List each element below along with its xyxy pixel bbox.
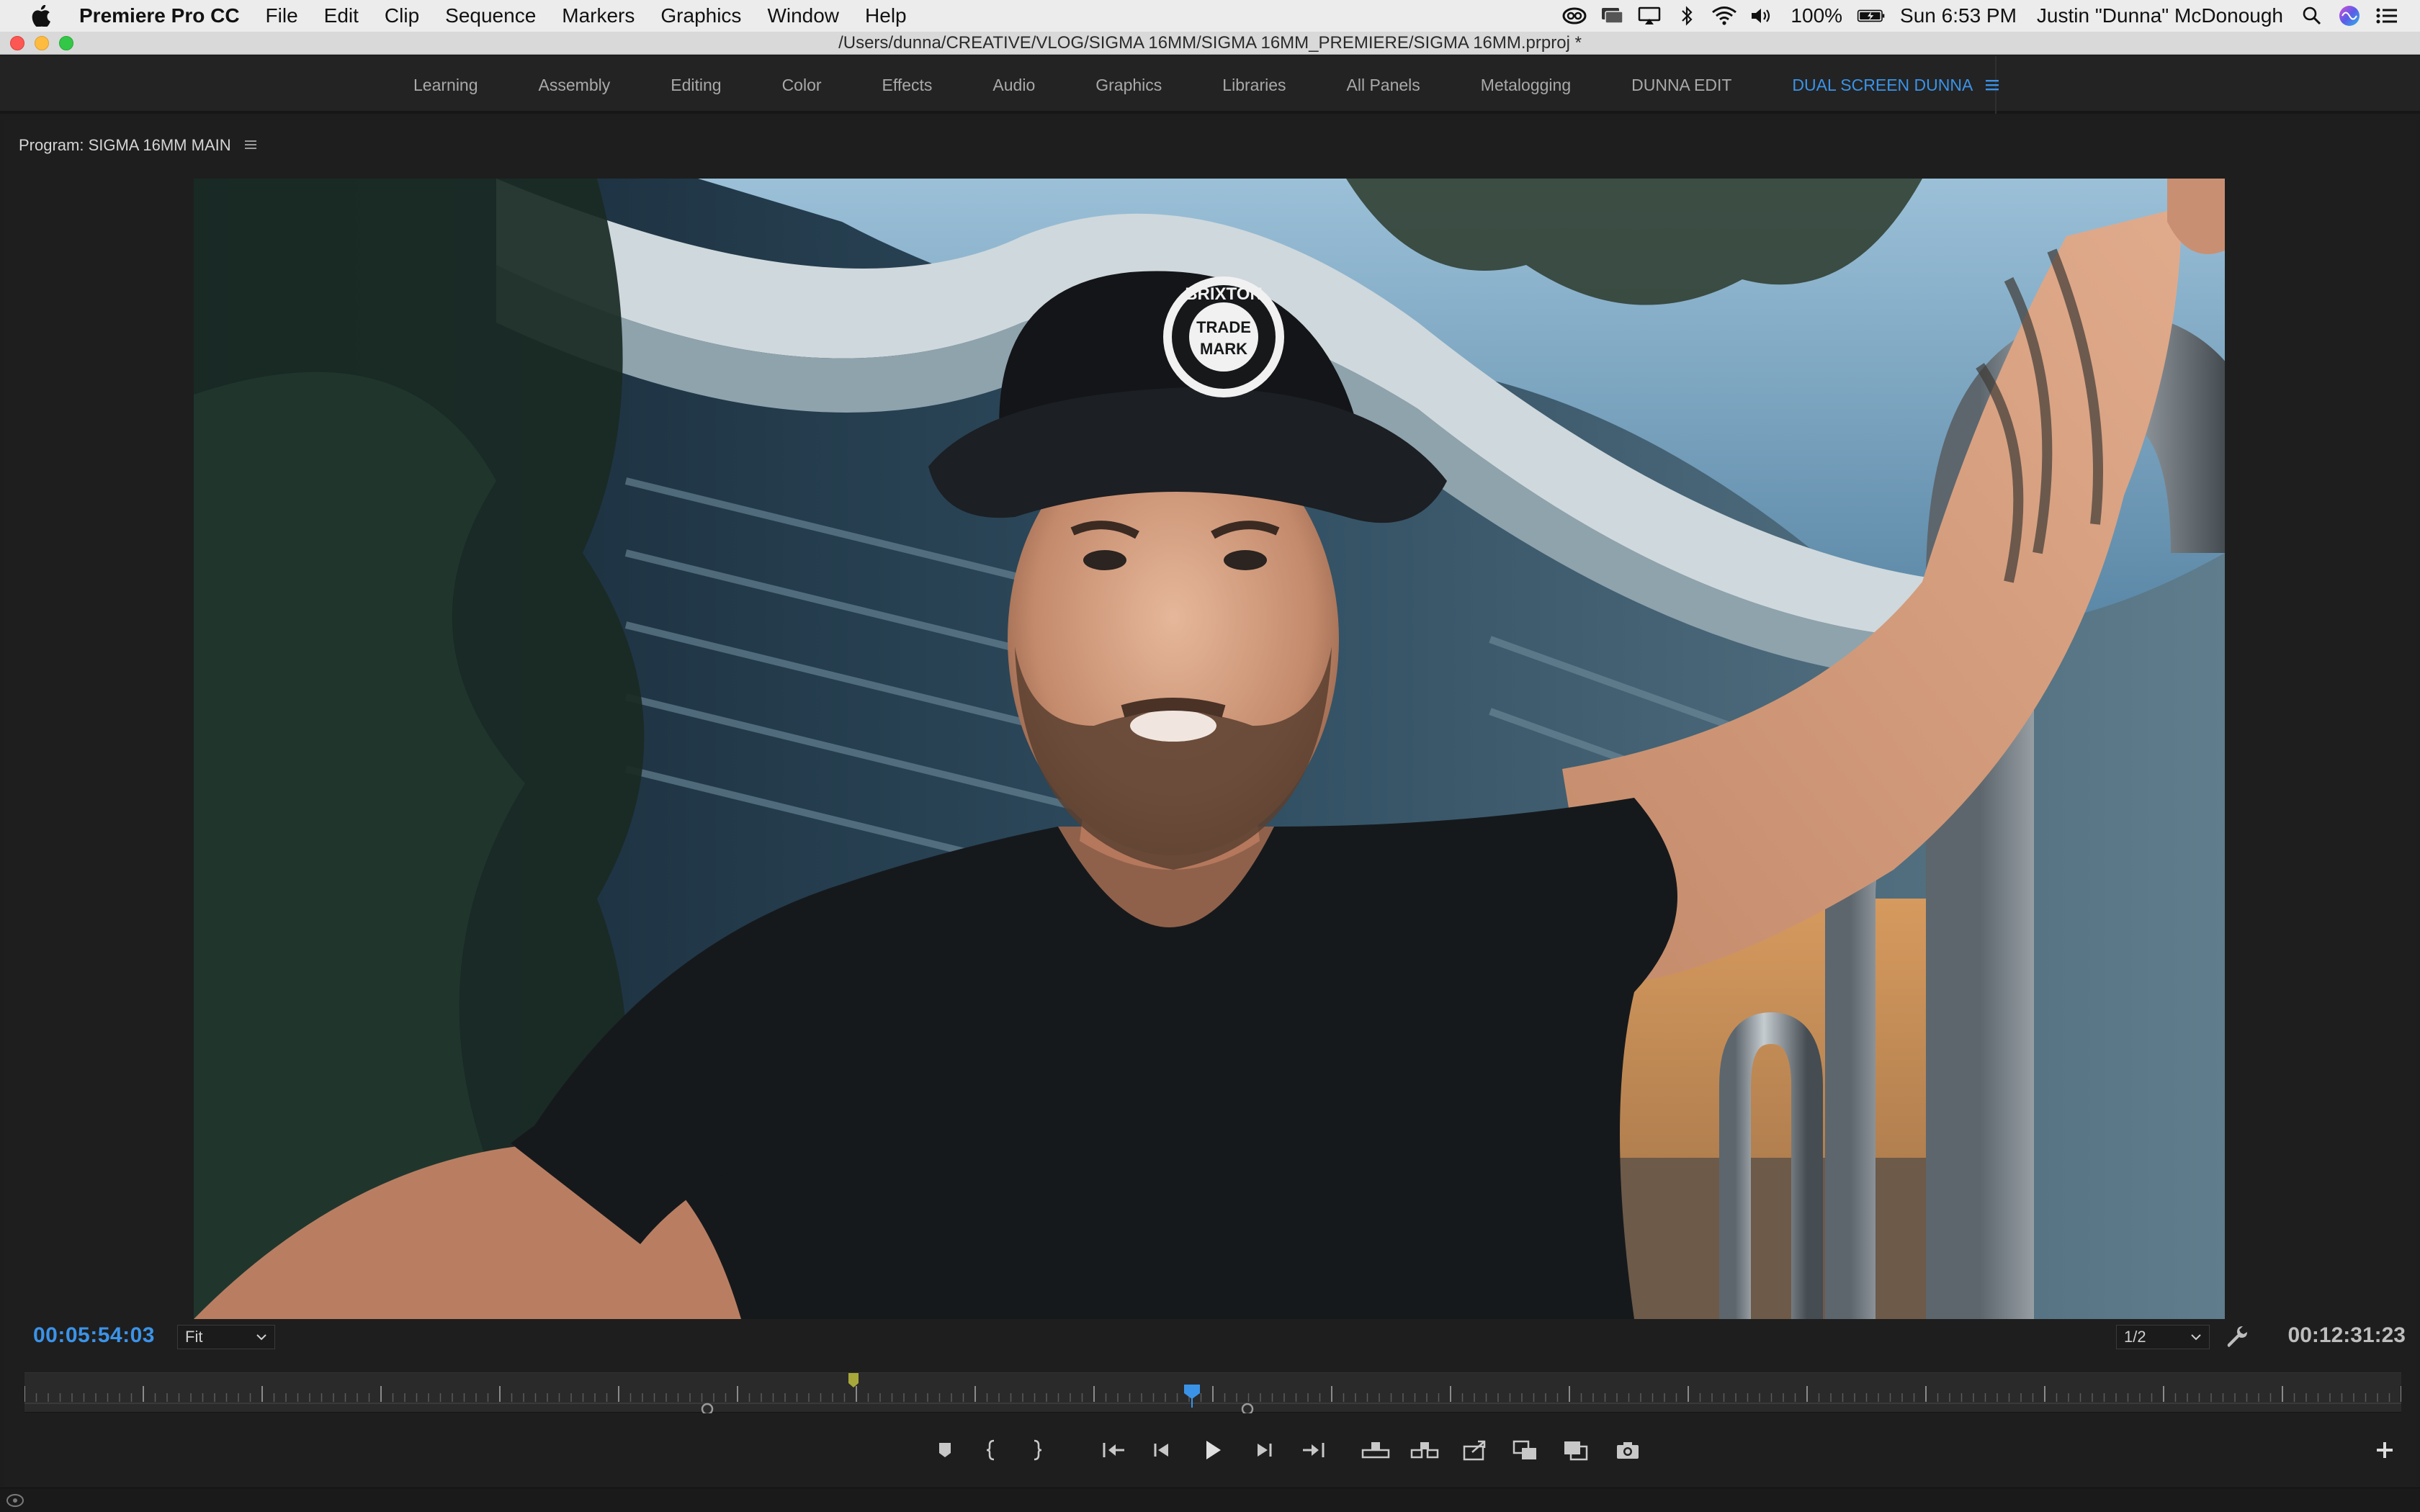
mark-in-button[interactable]	[972, 1428, 1010, 1472]
settings-wrench-icon[interactable]	[2224, 1323, 2250, 1349]
program-monitor-header[interactable]: Program: SIGMA 16MM MAIN	[19, 131, 257, 160]
cap-logo-text-trade: TRADE	[1196, 318, 1251, 336]
insert-button[interactable]	[1507, 1428, 1544, 1472]
menu-help[interactable]: Help	[852, 0, 920, 32]
menu-graphics[interactable]: Graphics	[647, 0, 754, 32]
creative-cloud-icon[interactable]	[1560, 0, 1589, 32]
cap-logo-text-mark: MARK	[1200, 340, 1247, 358]
window-close-button[interactable]	[10, 35, 24, 50]
playback-resolution-dropdown[interactable]: 1/2	[2116, 1325, 2210, 1349]
window-title: /Users/dunna/CREATIVE/VLOG/SIGMA 16MM/SI…	[838, 32, 1582, 53]
menu-file[interactable]: File	[253, 0, 311, 32]
workspace-tab-graphics[interactable]: Graphics	[1065, 56, 1192, 114]
battery-icon[interactable]	[1857, 0, 1886, 32]
video-frame-image: TRADE MARK BRIXTON	[194, 179, 2225, 1319]
workspace-tab-metalogging[interactable]: Metalogging	[1451, 56, 1601, 114]
apple-menu-icon[interactable]	[22, 0, 60, 32]
cap-logo-text-brand: BRIXTON	[1185, 284, 1263, 304]
time-ruler-scrubber[interactable]	[24, 1372, 2401, 1413]
playhead[interactable]	[1184, 1385, 1200, 1399]
volume-icon[interactable]	[1747, 0, 1776, 32]
program-monitor-panel: Program: SIGMA 16MM MAIN TRADE MARK BRIX…	[4, 120, 2416, 1488]
workspaces-bar: Learning Assembly Editing Color Effects …	[0, 56, 2420, 114]
menu-sequence[interactable]: Sequence	[432, 0, 549, 32]
notification-center-icon[interactable]	[2372, 0, 2401, 32]
menubar-clock[interactable]: Sun 6:53 PM	[1890, 0, 2027, 32]
zoom-level-value: Fit	[185, 1328, 203, 1346]
search-icon[interactable]	[2298, 0, 2326, 32]
menu-markers[interactable]: Markers	[549, 0, 647, 32]
panel-menu-icon[interactable]	[244, 135, 257, 156]
add-marker-button[interactable]	[926, 1428, 964, 1472]
button-editor-plus-icon[interactable]	[2367, 1430, 2403, 1470]
current-timecode[interactable]: 00:05:54:03	[33, 1323, 155, 1348]
playback-resolution-value: 1/2	[2124, 1328, 2146, 1346]
workspace-tab-editing[interactable]: Editing	[640, 56, 751, 114]
step-back-button[interactable]	[1144, 1428, 1181, 1472]
window-title-bar: /Users/dunna/CREATIVE/VLOG/SIGMA 16MM/SI…	[0, 32, 2420, 55]
window-zoom-button[interactable]	[59, 35, 73, 50]
workspace-tab-learning[interactable]: Learning	[383, 56, 508, 114]
workspace-menu-icon[interactable]	[1984, 56, 2000, 114]
chevron-down-icon	[2191, 1334, 2201, 1341]
workspace-tab-effects[interactable]: Effects	[852, 56, 963, 114]
mark-out-button[interactable]	[1018, 1428, 1056, 1472]
zoom-level-dropdown[interactable]: Fit	[177, 1325, 275, 1349]
marker-flag[interactable]	[848, 1373, 859, 1387]
step-forward-button[interactable]	[1245, 1428, 1282, 1472]
siri-icon[interactable]	[2335, 0, 2364, 32]
menu-clip[interactable]: Clip	[372, 0, 432, 32]
app-status-bar	[0, 1488, 2420, 1512]
go-to-in-button[interactable]	[1095, 1428, 1132, 1472]
workspace-tab-color[interactable]: Color	[752, 56, 852, 114]
export-frame-button[interactable]	[1456, 1428, 1494, 1472]
workspace-tab-all-panels[interactable]: All Panels	[1317, 56, 1451, 114]
workspace-tab-audio[interactable]: Audio	[962, 56, 1065, 114]
extract-button[interactable]	[1406, 1428, 1443, 1472]
menubar-user[interactable]: Justin "Dunna" McDonough	[2027, 0, 2293, 32]
workspace-tab-dual-screen-dunna[interactable]: DUAL SCREEN DUNNA	[1762, 56, 2003, 114]
battery-percent: 100%	[1791, 4, 1843, 27]
lift-button[interactable]	[1357, 1428, 1394, 1472]
chevron-down-icon	[256, 1334, 266, 1341]
workspace-tab-libraries[interactable]: Libraries	[1192, 56, 1316, 114]
time-ruler-ticks	[24, 1373, 2401, 1413]
app-menu[interactable]: Premiere Pro CC	[60, 0, 253, 32]
duration-timecode: 00:12:31:23	[2287, 1323, 2406, 1347]
transport-controls	[4, 1428, 2416, 1472]
workspace-tab-dunna-edit[interactable]: DUNNA EDIT	[1601, 56, 1762, 114]
menu-edit[interactable]: Edit	[311, 0, 372, 32]
play-button[interactable]	[1194, 1428, 1232, 1472]
macos-menu-bar: Premiere Pro CC File Edit Clip Sequence …	[0, 0, 2420, 32]
airplay-icon[interactable]	[1635, 0, 1664, 32]
program-video-frame[interactable]: TRADE MARK BRIXTON	[194, 179, 2225, 1319]
zoom-scroll-handle-left[interactable]	[701, 1403, 714, 1413]
window-minimize-button[interactable]	[35, 35, 49, 50]
zoom-scroll-handle-right[interactable]	[1241, 1403, 1254, 1413]
camera-button[interactable]	[1609, 1428, 1646, 1472]
wifi-icon[interactable]	[1710, 0, 1739, 32]
menu-window[interactable]: Window	[754, 0, 852, 32]
workspace-tab-assembly[interactable]: Assembly	[508, 56, 641, 114]
monitor-icon[interactable]	[1597, 0, 1626, 32]
overwrite-button[interactable]	[1557, 1428, 1595, 1472]
program-monitor-title: Program: SIGMA 16MM MAIN	[19, 136, 231, 154]
go-to-out-button[interactable]	[1295, 1428, 1332, 1472]
render-status-icon[interactable]	[6, 1493, 24, 1508]
bluetooth-icon[interactable]	[1672, 0, 1701, 32]
